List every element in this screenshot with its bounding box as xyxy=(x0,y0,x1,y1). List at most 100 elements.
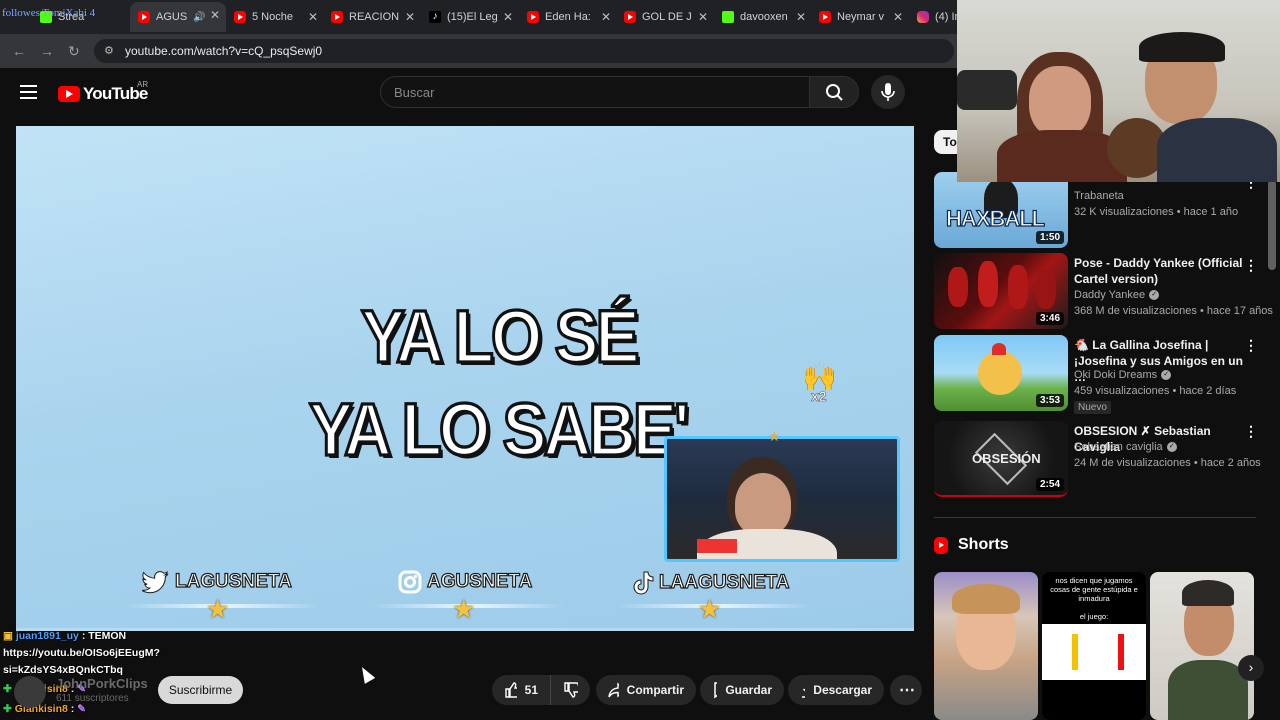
close-icon[interactable]: ✕ xyxy=(405,10,415,24)
recommendation-item[interactable]: 3:53 🐔 La Gallina Josefina | ¡Josefina y… xyxy=(934,335,1264,419)
recommendation-item[interactable]: OBSESIÓN 2:54 OBSESION ✗ Sebastian Cavig… xyxy=(934,421,1264,499)
streamer-face xyxy=(735,473,791,535)
save-button[interactable]: Guardar xyxy=(700,675,784,705)
save-label: Guardar xyxy=(725,683,772,697)
video-caption-line1: YA LO SÉ xyxy=(360,293,642,379)
more-vertical-icon[interactable]: ⋮ xyxy=(1244,423,1258,440)
browser-tab[interactable]: ♪ (15)El Leg ✕ xyxy=(429,4,519,30)
menu-icon[interactable] xyxy=(20,85,37,99)
bookmark-icon xyxy=(714,682,718,699)
tiktok-icon: ♪ xyxy=(429,11,441,23)
short-item[interactable] xyxy=(1150,572,1254,720)
chat-message: ▣ juan1891_uy : TEMON xyxy=(3,630,127,642)
sidebar-divider xyxy=(934,517,1256,518)
video-thumbnail[interactable]: OBSESIÓN 2:54 xyxy=(934,421,1068,497)
voice-search-button[interactable] xyxy=(871,75,905,109)
more-vertical-icon[interactable]: ⋮ xyxy=(1244,257,1258,274)
tab-label: Eden Ha: xyxy=(545,11,591,23)
social-handle: LAAGUSNETA xyxy=(658,571,790,593)
rec-meta: 24 M de visualizaciones • hace 2 años xyxy=(1074,457,1261,469)
channel-name: Oki Doki Dreams xyxy=(1074,369,1158,381)
short-item[interactable]: nos dicen que jugamos cosas de gente est… xyxy=(1042,572,1146,720)
more-horizontal-icon: ⋯ xyxy=(899,682,915,699)
star-icon: ★ xyxy=(206,594,230,624)
close-icon[interactable]: ✕ xyxy=(308,10,318,24)
share-button[interactable]: Compartir xyxy=(596,675,696,705)
chicken-comb xyxy=(992,343,1006,355)
reload-icon[interactable]: ↻ xyxy=(68,43,80,60)
subscribe-button[interactable]: Suscribirme xyxy=(158,676,243,704)
person-jacket xyxy=(1157,118,1277,182)
share-label: Compartir xyxy=(626,683,684,697)
close-icon[interactable]: ✕ xyxy=(698,10,708,24)
browser-tab-active[interactable]: AGUS 🔊 ✕ xyxy=(130,2,226,32)
close-icon[interactable]: ✕ xyxy=(601,10,611,24)
channel-avatar[interactable] xyxy=(14,676,46,708)
mouse-cursor-icon xyxy=(356,664,376,684)
browser-tab[interactable]: GOL DE J ✕ xyxy=(624,4,714,30)
browser-tab[interactable]: Eden Ha: ✕ xyxy=(527,4,617,30)
person-face xyxy=(1029,66,1091,138)
close-icon[interactable]: ✕ xyxy=(503,10,513,24)
dislike-button[interactable] xyxy=(550,675,590,705)
browser-tab[interactable]: REACION ✕ xyxy=(331,4,421,30)
search-button[interactable] xyxy=(809,76,859,108)
short-item[interactable] xyxy=(934,572,1038,720)
sidebar-scrollbar[interactable] xyxy=(1268,180,1276,270)
download-button[interactable]: Descargar xyxy=(788,675,884,705)
youtube-icon xyxy=(138,11,150,23)
browser-tab[interactable]: Neymar v ✕ xyxy=(819,4,909,30)
close-icon[interactable]: ✕ xyxy=(796,10,806,24)
video-player[interactable]: YA LO SÉ YA LO SABE' 🙌 x2 ★ LAGUSNETA AG… xyxy=(16,126,914,631)
url-field[interactable]: ⚙ youtube.com/watch?v=cQ_psqSewj0 xyxy=(94,39,954,63)
site-info-icon[interactable]: ⚙ xyxy=(104,44,114,57)
rec-channel[interactable]: Sebastian caviglia ✓ xyxy=(1074,441,1177,453)
close-icon[interactable]: ✕ xyxy=(210,8,220,22)
instagram-icon xyxy=(917,11,929,23)
tab-label: Neymar v xyxy=(837,11,885,23)
more-actions-button[interactable]: ⋯ xyxy=(890,675,922,705)
forward-arrow-icon[interactable]: → xyxy=(40,43,54,59)
channel-name[interactable]: JohnPorkClips xyxy=(56,676,148,691)
video-thumbnail[interactable]: 3:53 xyxy=(934,335,1068,411)
rec-meta: 459 visualizaciones • hace 2 días xyxy=(1074,385,1237,397)
youtube-play-icon xyxy=(58,86,80,102)
recommendation-item[interactable]: HAXBALL 1:50 Trabaneta 32 K visualizacio… xyxy=(934,172,1264,250)
country-code: AR xyxy=(137,80,149,89)
video-thumbnail[interactable]: 3:46 xyxy=(934,253,1068,329)
close-icon[interactable]: ✕ xyxy=(893,10,903,24)
rec-title[interactable]: Pose - Daddy Yankee (Official Cartel ver… xyxy=(1074,255,1244,287)
like-button[interactable]: 51 xyxy=(492,675,550,705)
browser-tab[interactable]: (4) In xyxy=(917,4,957,30)
url-text: youtube.com/watch?v=cQ_psqSewj0 xyxy=(125,44,323,58)
channel-name: Trabaneta xyxy=(1074,190,1124,202)
browser-tab[interactable]: 5 Noche ✕ xyxy=(234,4,324,30)
tab-label: 5 Noche xyxy=(252,11,293,23)
shirt-figure xyxy=(1168,660,1248,720)
social-tiktok: LAAGUSNETA xyxy=(630,570,790,596)
search-input[interactable]: Buscar xyxy=(380,76,810,108)
tiktok-icon xyxy=(633,571,654,595)
webcam-overlay xyxy=(957,0,1280,182)
back-arrow-icon[interactable]: ← xyxy=(12,43,26,59)
channel-name: Sebastian caviglia xyxy=(1074,441,1163,453)
youtube-logo[interactable]: YouTube xyxy=(58,84,148,104)
browser-tab[interactable]: Strea followes TomiXabi 4 xyxy=(0,4,128,30)
video-thumbnail[interactable]: HAXBALL 1:50 xyxy=(934,172,1068,248)
rec-channel[interactable]: Oki Doki Dreams ✓ xyxy=(1074,369,1172,381)
video-duration: 3:53 xyxy=(1035,394,1064,407)
address-bar-row: ← → ↻ ⚙ youtube.com/watch?v=cQ_psqSewj0 xyxy=(0,34,960,68)
recommendation-item[interactable]: 3:46 Pose - Daddy Yankee (Official Carte… xyxy=(934,253,1273,331)
microphone-icon xyxy=(881,83,895,101)
rec-channel[interactable]: Trabaneta xyxy=(1074,190,1124,202)
more-vertical-icon[interactable]: ⋮ xyxy=(1244,337,1258,354)
subscriber-count: 611 suscriptores xyxy=(56,693,129,704)
browser-tab[interactable]: davooxen ✕ xyxy=(722,4,812,30)
tab-label: (15)El Leg xyxy=(447,11,498,23)
dancer-figure xyxy=(948,267,968,307)
chevron-right-icon[interactable]: › xyxy=(1238,655,1264,681)
streamer-camera xyxy=(664,436,900,562)
thumbnail-text: HAXBALL xyxy=(945,205,1045,231)
speaker-icon[interactable]: 🔊 xyxy=(193,12,205,23)
rec-channel[interactable]: Daddy Yankee ✓ xyxy=(1074,289,1160,301)
